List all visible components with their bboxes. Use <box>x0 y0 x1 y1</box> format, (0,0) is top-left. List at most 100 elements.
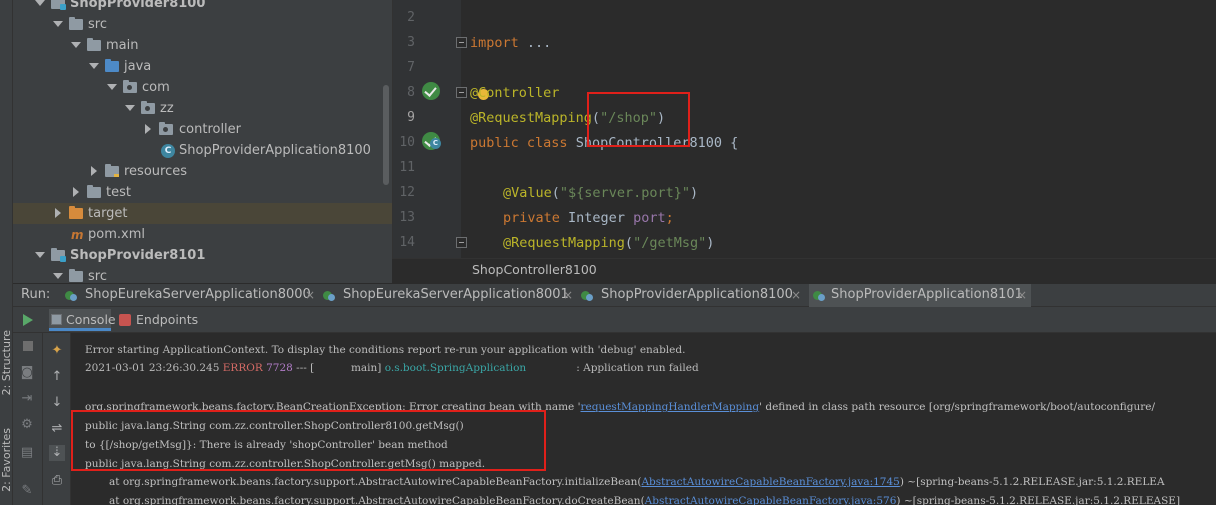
tree-item-folder[interactable]: main <box>13 35 392 56</box>
tree-item-label: resources <box>124 164 188 179</box>
endpoints-icon <box>119 314 131 326</box>
folder-icon <box>87 38 101 51</box>
line-number: 14 <box>399 235 415 250</box>
fold-icon[interactable] <box>456 237 467 248</box>
package-icon <box>141 101 155 114</box>
line-number: 13 <box>399 210 415 225</box>
console-line: at org.springframework.beans.factory.sup… <box>109 495 1181 505</box>
chevron-right-icon[interactable] <box>73 187 79 197</box>
tree-item-folder[interactable]: java <box>13 56 392 77</box>
tree-item-file[interactable]: m pom.xml <box>13 224 392 245</box>
fold-icon[interactable] <box>456 37 467 48</box>
line-number: 9 <box>407 110 415 125</box>
camera-icon[interactable]: ◙ <box>19 365 35 381</box>
close-icon[interactable]: × <box>563 284 573 306</box>
ide-window: ShopProvider8100 src main java com zz co… <box>0 0 1216 505</box>
maven-icon: m <box>71 228 84 242</box>
rerun-icon[interactable] <box>23 314 33 326</box>
code-editor[interactable]: 2 3 7 8 9 10 11 12 13 14 C import ... @C… <box>392 0 1216 258</box>
chevron-down-icon[interactable] <box>71 42 81 48</box>
console-output[interactable]: Error starting ApplicationContext. To di… <box>71 333 1216 505</box>
print-icon[interactable]: ⎙ <box>49 473 65 489</box>
spring-run-icon <box>813 289 827 302</box>
package-icon <box>159 122 173 135</box>
run-tab[interactable]: ShopProviderApplication8100 × <box>581 284 803 308</box>
code-line-13: private Integer port; <box>503 210 674 226</box>
close-icon[interactable]: × <box>791 284 801 306</box>
tree-item-label: ShopProviderApplication8100 <box>179 143 371 158</box>
line-number: 7 <box>407 60 415 75</box>
tree-item-module[interactable]: ShopProvider8100 <box>13 0 392 14</box>
tab-console[interactable]: Console <box>49 309 116 331</box>
warning-icon[interactable]: ✦ <box>49 343 65 359</box>
run-tab-active[interactable]: ShopProviderApplication8101 × <box>809 284 1031 308</box>
favorites-tool-label[interactable]: 2: Favorites <box>0 428 13 492</box>
tree-item-label: controller <box>179 122 242 137</box>
excluded-folder-icon <box>69 206 83 219</box>
close-icon[interactable]: × <box>305 284 315 306</box>
tree-item-package[interactable]: com <box>13 77 392 98</box>
chevron-right-icon[interactable] <box>55 208 61 218</box>
tree-item-folder[interactable]: target <box>13 203 392 224</box>
tree-item-module[interactable]: ShopProvider8101 <box>13 245 392 266</box>
tree-item-label: target <box>88 206 128 221</box>
chevron-down-icon[interactable] <box>53 273 63 279</box>
tree-item-folder[interactable]: src <box>13 266 392 283</box>
layout-icon[interactable]: ▤ <box>19 445 35 461</box>
soft-wrap-icon[interactable]: ⇌ <box>49 421 65 437</box>
chevron-down-icon[interactable] <box>125 105 135 111</box>
class-icon: C <box>430 138 441 149</box>
settings-icon[interactable]: ⚙ <box>19 417 35 433</box>
up-arrow-icon[interactable]: ↑ <box>49 369 65 385</box>
spring-run-icon <box>65 289 79 302</box>
chevron-right-icon[interactable] <box>145 124 151 134</box>
exit-icon[interactable]: ⇥ <box>19 391 35 407</box>
console-line: Error starting ApplicationContext. To di… <box>85 344 686 356</box>
spring-run-icon <box>581 289 595 302</box>
stack-link[interactable]: requestMappingHandlerMapping <box>581 401 760 413</box>
package-icon <box>123 80 137 93</box>
highlight-box <box>71 410 546 471</box>
module-folder-icon <box>51 248 66 262</box>
line-number: 3 <box>407 35 415 50</box>
pin-icon[interactable]: ✎ <box>19 483 35 499</box>
tree-item-class[interactable]: C ShopProviderApplication8100 <box>13 140 392 161</box>
fold-icon[interactable] <box>456 87 467 98</box>
tree-scrollbar[interactable] <box>383 85 389 185</box>
run-tab[interactable]: ShopEurekaServerApplication8000 × <box>65 284 317 308</box>
code-line-14: @RequestMapping("/getMsg") <box>503 235 715 251</box>
tab-endpoints[interactable]: Endpoints <box>117 309 198 331</box>
chevron-down-icon[interactable] <box>35 0 45 6</box>
stack-link[interactable]: AbstractAutowireCapableBeanFactory.java:… <box>641 476 899 488</box>
console-line: 2021-03-01 23:26:30.245 ERROR 7728 --- [… <box>85 362 699 374</box>
run-label: Run: <box>21 287 51 302</box>
console-line: at org.springframework.beans.factory.sup… <box>109 476 1165 488</box>
tree-item-folder[interactable]: test <box>13 182 392 203</box>
chevron-down-icon[interactable] <box>35 252 45 258</box>
code-line-8: @Controller <box>470 85 560 101</box>
tree-item-package[interactable]: zz <box>13 98 392 119</box>
chevron-down-icon[interactable] <box>53 21 63 27</box>
folder-icon <box>87 185 101 198</box>
console-icon <box>51 314 62 325</box>
code-line-3: import ... <box>470 35 552 51</box>
run-tab[interactable]: ShopEurekaServerApplication8001 × <box>323 284 575 308</box>
tree-item-folder[interactable]: resources <box>13 161 392 182</box>
tree-item-package[interactable]: controller <box>13 119 392 140</box>
structure-tool-label[interactable]: 2: Structure <box>0 330 13 395</box>
stop-icon[interactable] <box>23 341 33 351</box>
tree-item-folder[interactable]: src <box>13 14 392 35</box>
stack-link[interactable]: AbstractAutowireCapableBeanFactory.java:… <box>645 495 897 505</box>
run-toolbar: ◙ ⇥ ⚙ ▤ ✎ <box>13 314 43 505</box>
line-number: 2 <box>407 10 415 25</box>
spring-bean-icon[interactable] <box>422 82 440 100</box>
chevron-right-icon[interactable] <box>91 166 97 176</box>
down-arrow-icon[interactable]: ↓ <box>49 395 65 411</box>
class-icon: C <box>161 144 175 158</box>
scroll-to-end-icon[interactable]: ⇣ <box>49 445 65 461</box>
close-icon[interactable]: × <box>1017 284 1027 306</box>
chevron-down-icon[interactable] <box>107 84 117 90</box>
breadcrumb[interactable]: ShopController8100 <box>472 262 597 277</box>
tree-item-label: pom.xml <box>88 227 145 242</box>
chevron-down-icon[interactable] <box>89 63 99 69</box>
